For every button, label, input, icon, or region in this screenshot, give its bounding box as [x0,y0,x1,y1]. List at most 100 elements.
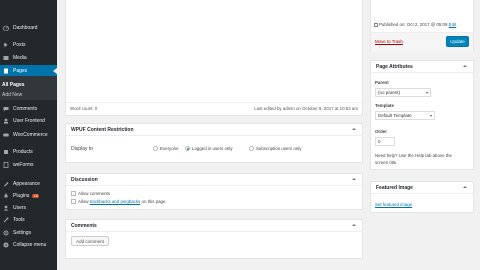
sidebar-item-label: User Frontend [13,117,45,124]
featured-image-header[interactable]: Featured Image [371,182,473,194]
sidebar-item-label: Appearance [13,180,40,187]
help-text-line-2: screen title. [375,160,398,165]
sidebar-item-label: weForms [13,161,34,168]
sidebar-item-posts[interactable]: Posts [0,39,57,50]
collapse-arrow-icon[interactable] [463,65,467,67]
plugins-icon [3,193,9,199]
pages-icon [3,68,9,74]
featured-image-title: Featured Image [376,184,413,191]
template-select[interactable]: Default Template [375,111,435,120]
help-text-line-1: Need help? Use the Help tab above the [375,153,452,158]
submenu-item-add-new[interactable]: Add New [0,90,57,99]
dashboard-icon [3,25,9,31]
settings-icon [3,230,9,236]
editor-panel[interactable]: Word count: 0 Last edited by admin on Oc… [65,0,363,116]
woocommerce-icon [3,132,9,138]
sidebar-item-label: Tools [13,216,25,223]
order-label: Order [375,129,387,134]
collapse-arrow-icon[interactable] [463,186,467,188]
page-attributes-box: Page Attributes Parent (no parent) Templ… [370,60,474,170]
last-edited: Last edited by admin on October 9, 2017 … [254,106,358,111]
sidebar-item-label: Plugins [13,192,30,199]
sidebar-item-label: Collapse menu [13,241,47,248]
sidebar-item-label: Products [13,148,33,155]
sidebar-item-label: Comments [13,105,38,112]
order-input[interactable]: 0 [375,137,395,146]
sidebar-item-pages[interactable]: Pages [0,65,57,76]
allow-comments-checkbox[interactable] [71,191,76,197]
move-to-trash-link[interactable]: Move to Trash [375,39,403,44]
option-everyone[interactable]: Everyone [153,146,179,152]
collapse-arrow-icon[interactable] [352,128,356,130]
sidebar-item-user-frontend[interactable]: User Frontend [0,115,57,126]
featured-image-box: Featured Image Set featured image [370,181,474,213]
radio-subscription[interactable] [249,146,254,152]
collapse-arrow-icon[interactable] [352,224,356,226]
sidebar-item-label: Users [13,204,27,211]
page-attributes-header[interactable]: Page Attributes [371,61,473,73]
media-icon [3,55,9,61]
sidebar-item-dashboard[interactable]: Dashboard [0,22,57,33]
add-comment-button[interactable]: Add comment [71,236,109,246]
published-on: Published on: Oct 2, 2017 @ 05:09 [379,22,448,27]
allow-pings-prefix: Allow [78,199,89,204]
sidebar-item-label: WooCommerce [13,131,48,138]
sidebar-item-label: Media [13,54,27,61]
sidebar-item-tools[interactable]: Tools [0,214,57,225]
display-to-label: Display to [71,146,93,152]
comments-box: Comments Add comment [65,219,363,259]
sidebar-item-settings[interactable]: Settings [0,227,57,238]
page-attributes-title: Page Attributes [376,63,413,70]
sidebar-item-label: Settings [13,229,32,236]
calendar-icon [374,22,378,27]
option-logged-in[interactable]: Logged in users only [185,146,233,152]
editor-divider [66,102,362,103]
collapse-icon [3,242,9,248]
sidebar-item-woocommerce[interactable]: WooCommerce [0,129,57,140]
content-restriction-box: WPUF Content Restriction Display to Ever… [65,123,363,163]
radio-everyone[interactable] [153,146,158,152]
content-restriction-header[interactable]: WPUF Content Restriction [66,124,362,136]
published-on-row: Published on: Oct 2, 2017 @ 05:09 Edit [374,22,456,27]
publish-box: Published on: Oct 2, 2017 @ 05:09 Edit M… [370,0,474,52]
trackbacks-link[interactable]: trackbacks and pingbacks [90,199,141,204]
edit-date-link[interactable]: Edit [449,22,457,27]
discussion-title: Discussion [71,176,98,183]
products-icon [3,149,9,155]
allow-pings-checkbox[interactable] [71,199,76,205]
user-frontend-icon [3,118,9,124]
collapse-arrow-icon[interactable] [352,178,356,180]
parent-select[interactable]: (no parent) [375,88,431,97]
discussion-header[interactable]: Discussion [66,174,362,186]
option-logged-in-label: Logged in users only [192,146,233,151]
sidebar-item-weforms[interactable]: weForms [0,159,57,170]
sidebar-item-media[interactable]: Media [0,52,57,63]
option-everyone-label: Everyone [160,146,179,151]
sidebar-item-comments[interactable]: Comments [0,103,57,114]
allow-pings-suffix: on this page. [141,199,167,204]
discussion-box: Discussion Allow comments Allow trackbac… [65,173,363,210]
pin-icon [3,42,9,48]
sidebar-item-appearance[interactable]: Appearance [0,178,57,189]
radio-logged-in[interactable] [185,146,190,152]
weforms-icon [3,161,9,168]
appearance-icon [3,181,9,187]
option-subscription[interactable]: Subscription users only [249,146,302,152]
users-icon [3,205,9,211]
allow-comments-label: Allow comments [78,191,110,196]
sidebar-item-label: Pages [13,67,28,74]
sidebar-item-products[interactable]: Products [0,146,57,157]
sidebar-item-collapse-menu[interactable]: Collapse menu [0,239,57,250]
submenu-item-all-pages[interactable]: All Pages [0,80,57,89]
comments-header[interactable]: Comments [66,220,362,232]
sidebar-item-plugins[interactable]: Plugins 16 [0,190,57,201]
update-button[interactable]: Update [446,36,469,47]
allow-comments-row[interactable]: Allow comments [71,191,110,197]
allow-pings-row[interactable]: Allow trackbacks and pingbacks on this p… [71,199,167,205]
update-count-badge: 16 [32,193,40,198]
set-featured-image-link[interactable]: Set featured image [375,202,412,207]
template-label: Template [375,103,394,108]
comments-icon [3,106,9,112]
option-subscription-label: Subscription users only [256,146,302,151]
sidebar-item-users[interactable]: Users [0,202,57,213]
